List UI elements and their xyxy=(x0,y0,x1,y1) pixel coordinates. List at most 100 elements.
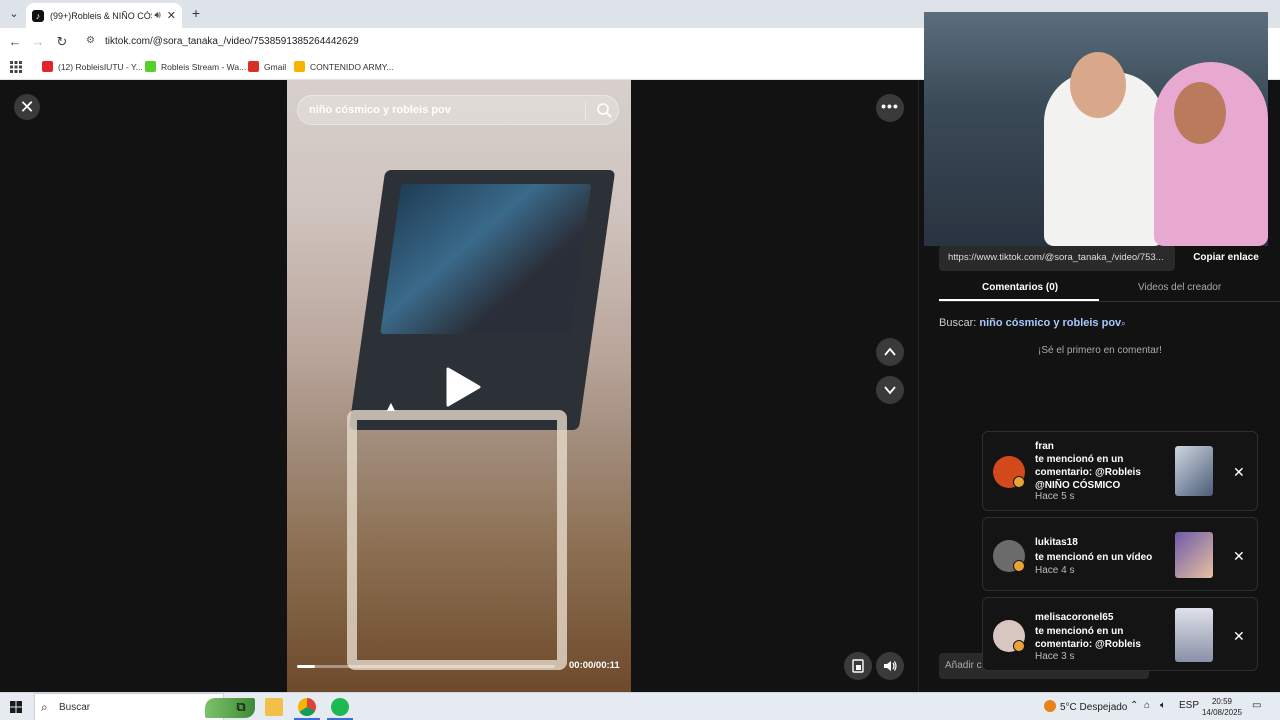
tray-chevron-up-icon[interactable]: ⌃ xyxy=(1130,700,1138,711)
video-frame-chair xyxy=(347,410,567,670)
forward-icon[interactable]: → xyxy=(29,33,47,51)
network-icon[interactable]: ⌂ xyxy=(1144,700,1150,711)
browser-tab[interactable]: ♪ (99+)Robleis & NIÑO CÓSMICO 🔊︎ ✕ xyxy=(26,3,182,28)
tab-close-icon[interactable]: ✕ xyxy=(167,9,176,22)
notification-thumbnail[interactable] xyxy=(1175,608,1213,662)
related-search: Buscar: niño cósmico y robleis pov⌕ xyxy=(939,317,1126,329)
new-tab-button[interactable]: + xyxy=(188,5,204,21)
notification-card[interactable]: lukitas18 te mencionó en un vídeo Hace 4… xyxy=(982,517,1258,591)
clock-time: 20:59 xyxy=(1211,697,1233,706)
notification-message: te mencionó en un vídeo xyxy=(1035,552,1153,563)
bookmark-youtube[interactable]: (12) RobleisIUTU - Y... xyxy=(42,61,143,72)
language-indicator[interactable]: ESP xyxy=(1179,700,1199,711)
active-tab-indicator xyxy=(939,299,1099,301)
tab-comments[interactable]: Comentarios (0) xyxy=(982,282,1058,293)
video-search-text: niño cósmico y robleis pov xyxy=(309,104,451,116)
bookmark-label: Robleis Stream - Wa... xyxy=(161,61,247,72)
video-link-field[interactable]: https://www.tiktok.com/@sora_tanaka_/vid… xyxy=(939,245,1175,271)
notification-badge-icon xyxy=(1013,560,1025,572)
url-text: tiktok.com/@sora_tanaka_/video/753859138… xyxy=(105,36,359,47)
gmail-icon xyxy=(248,61,259,72)
close-icon[interactable]: ✕ xyxy=(1233,548,1245,565)
video-progress-fill xyxy=(297,665,316,668)
reload-icon[interactable]: ↻ xyxy=(53,33,71,51)
notification-time: Hace 3 s xyxy=(1035,651,1075,662)
notification-badge-icon xyxy=(1013,640,1025,652)
close-video-button[interactable]: ✕ xyxy=(14,94,40,120)
copy-link-row: https://www.tiktok.com/@sora_tanaka_/vid… xyxy=(939,245,1269,271)
close-icon[interactable]: ✕ xyxy=(1233,464,1245,481)
audio-playing-icon[interactable]: 🔊︎ xyxy=(154,10,160,21)
weather-icon xyxy=(1044,700,1056,712)
taskbar-clock[interactable]: 20:59 14/08/2025 xyxy=(1198,696,1246,718)
tab-creator-videos[interactable]: Videos del creador xyxy=(1138,282,1221,293)
bookmark-stream[interactable]: Robleis Stream - Wa... xyxy=(145,61,246,72)
search-icon: ⌕ xyxy=(41,700,48,714)
related-search-link[interactable]: niño cósmico y robleis pov xyxy=(979,317,1121,329)
small-search-icon: ⌕ xyxy=(1121,319,1126,328)
search-icon[interactable] xyxy=(595,101,613,119)
notification-card[interactable]: fran te mencionó en un comentario: @Robl… xyxy=(982,431,1258,511)
back-icon[interactable]: ← xyxy=(6,33,24,51)
volume-icon xyxy=(884,661,897,671)
webcam-overlay xyxy=(924,12,1268,246)
video-player[interactable]: niño cósmico y robleis pov ▲ 00:00/00:11 xyxy=(287,80,631,692)
weather-text: 5°C Despejado xyxy=(1060,702,1128,713)
chrome-icon[interactable] xyxy=(298,698,316,716)
notification-user: lukitas18 xyxy=(1035,537,1078,548)
previous-video-button[interactable] xyxy=(876,338,904,366)
kick-icon xyxy=(145,61,156,72)
chevron-down-icon xyxy=(884,386,896,395)
chevron-up-icon xyxy=(884,347,896,356)
more-options-button[interactable]: ••• xyxy=(876,94,904,122)
taskbar-search-text: Buscar xyxy=(59,702,91,713)
file-explorer-icon[interactable] xyxy=(265,698,283,716)
volume-button[interactable] xyxy=(876,652,904,680)
tab-search-icon[interactable]: ⌄ xyxy=(5,5,23,23)
play-icon[interactable] xyxy=(444,366,482,408)
floating-player-button[interactable] xyxy=(844,652,872,680)
notification-user: fran xyxy=(1035,441,1054,452)
bookmark-label: CONTENIDO ARMY... xyxy=(310,61,394,72)
related-search-label: Buscar: xyxy=(939,317,980,329)
notification-badge-icon xyxy=(1013,476,1025,488)
notification-user: melisacoronel65 xyxy=(1035,612,1114,623)
panel-tabs: Comentarios (0) Videos del creador xyxy=(939,278,1280,302)
spotify-icon[interactable] xyxy=(331,698,349,716)
notification-message: te mencionó en un comentario: @Robleis @… xyxy=(1035,454,1141,491)
taskbar-search[interactable]: ⌕ Buscar xyxy=(34,693,255,720)
notification-message: te mencionó en un comentario: @Robleis xyxy=(1035,626,1141,650)
video-search-bar[interactable]: niño cósmico y robleis pov xyxy=(297,95,619,125)
mouse-cursor-icon: ▲ xyxy=(384,398,398,414)
drive-icon xyxy=(294,61,305,72)
next-video-button[interactable] xyxy=(876,376,904,404)
bookmark-label: Gmail xyxy=(264,61,287,72)
video-time: 00:00/00:11 xyxy=(569,660,620,671)
copy-link-button[interactable]: Copiar enlace xyxy=(1183,245,1269,271)
tiktok-favicon-icon: ♪ xyxy=(32,9,44,22)
bookmark-label: (12) RobleisIUTU - Y... xyxy=(58,61,143,72)
bookmark-gmail[interactable]: Gmail xyxy=(248,61,286,72)
notification-thumbnail[interactable] xyxy=(1175,532,1213,578)
notification-time: Hace 4 s xyxy=(1035,565,1075,576)
weather-widget[interactable]: 5°C Despejado xyxy=(1044,700,1127,713)
windows-taskbar: ⌕ Buscar ⧉ 5°C Despejado ⌃ ⌂ 🔈︎ ESP 20:5… xyxy=(0,692,1280,720)
clock-date: 14/08/2025 xyxy=(1201,708,1243,717)
site-info-icon[interactable]: ⚙︎ xyxy=(86,35,95,46)
notification-thumbnail[interactable] xyxy=(1175,446,1213,496)
bookmark-drive[interactable]: CONTENIDO ARMY... xyxy=(294,61,393,72)
tab-title: (99+)Robleis & NIÑO CÓSMICO xyxy=(50,10,152,21)
video-progress-bar[interactable] xyxy=(297,665,555,668)
speaker-icon[interactable]: 🔈︎ xyxy=(1160,700,1166,711)
close-icon[interactable]: ✕ xyxy=(1233,628,1245,645)
notification-time: Hace 5 s xyxy=(1035,491,1075,502)
apps-grid-icon[interactable] xyxy=(10,61,22,73)
notification-center-icon[interactable]: ▭ xyxy=(1252,700,1261,711)
task-view-icon[interactable]: ⧉ xyxy=(232,698,250,716)
url-field[interactable]: ⚙︎ tiktok.com/@sora_tanaka_/video/753859… xyxy=(80,31,940,53)
windows-start-icon[interactable] xyxy=(10,701,22,713)
youtube-icon xyxy=(42,61,53,72)
picture-in-picture-icon xyxy=(852,659,864,673)
empty-comments-text: ¡Sé el primero en comentar! xyxy=(1038,345,1162,356)
notification-card[interactable]: melisacoronel65 te mencionó en un coment… xyxy=(982,597,1258,671)
